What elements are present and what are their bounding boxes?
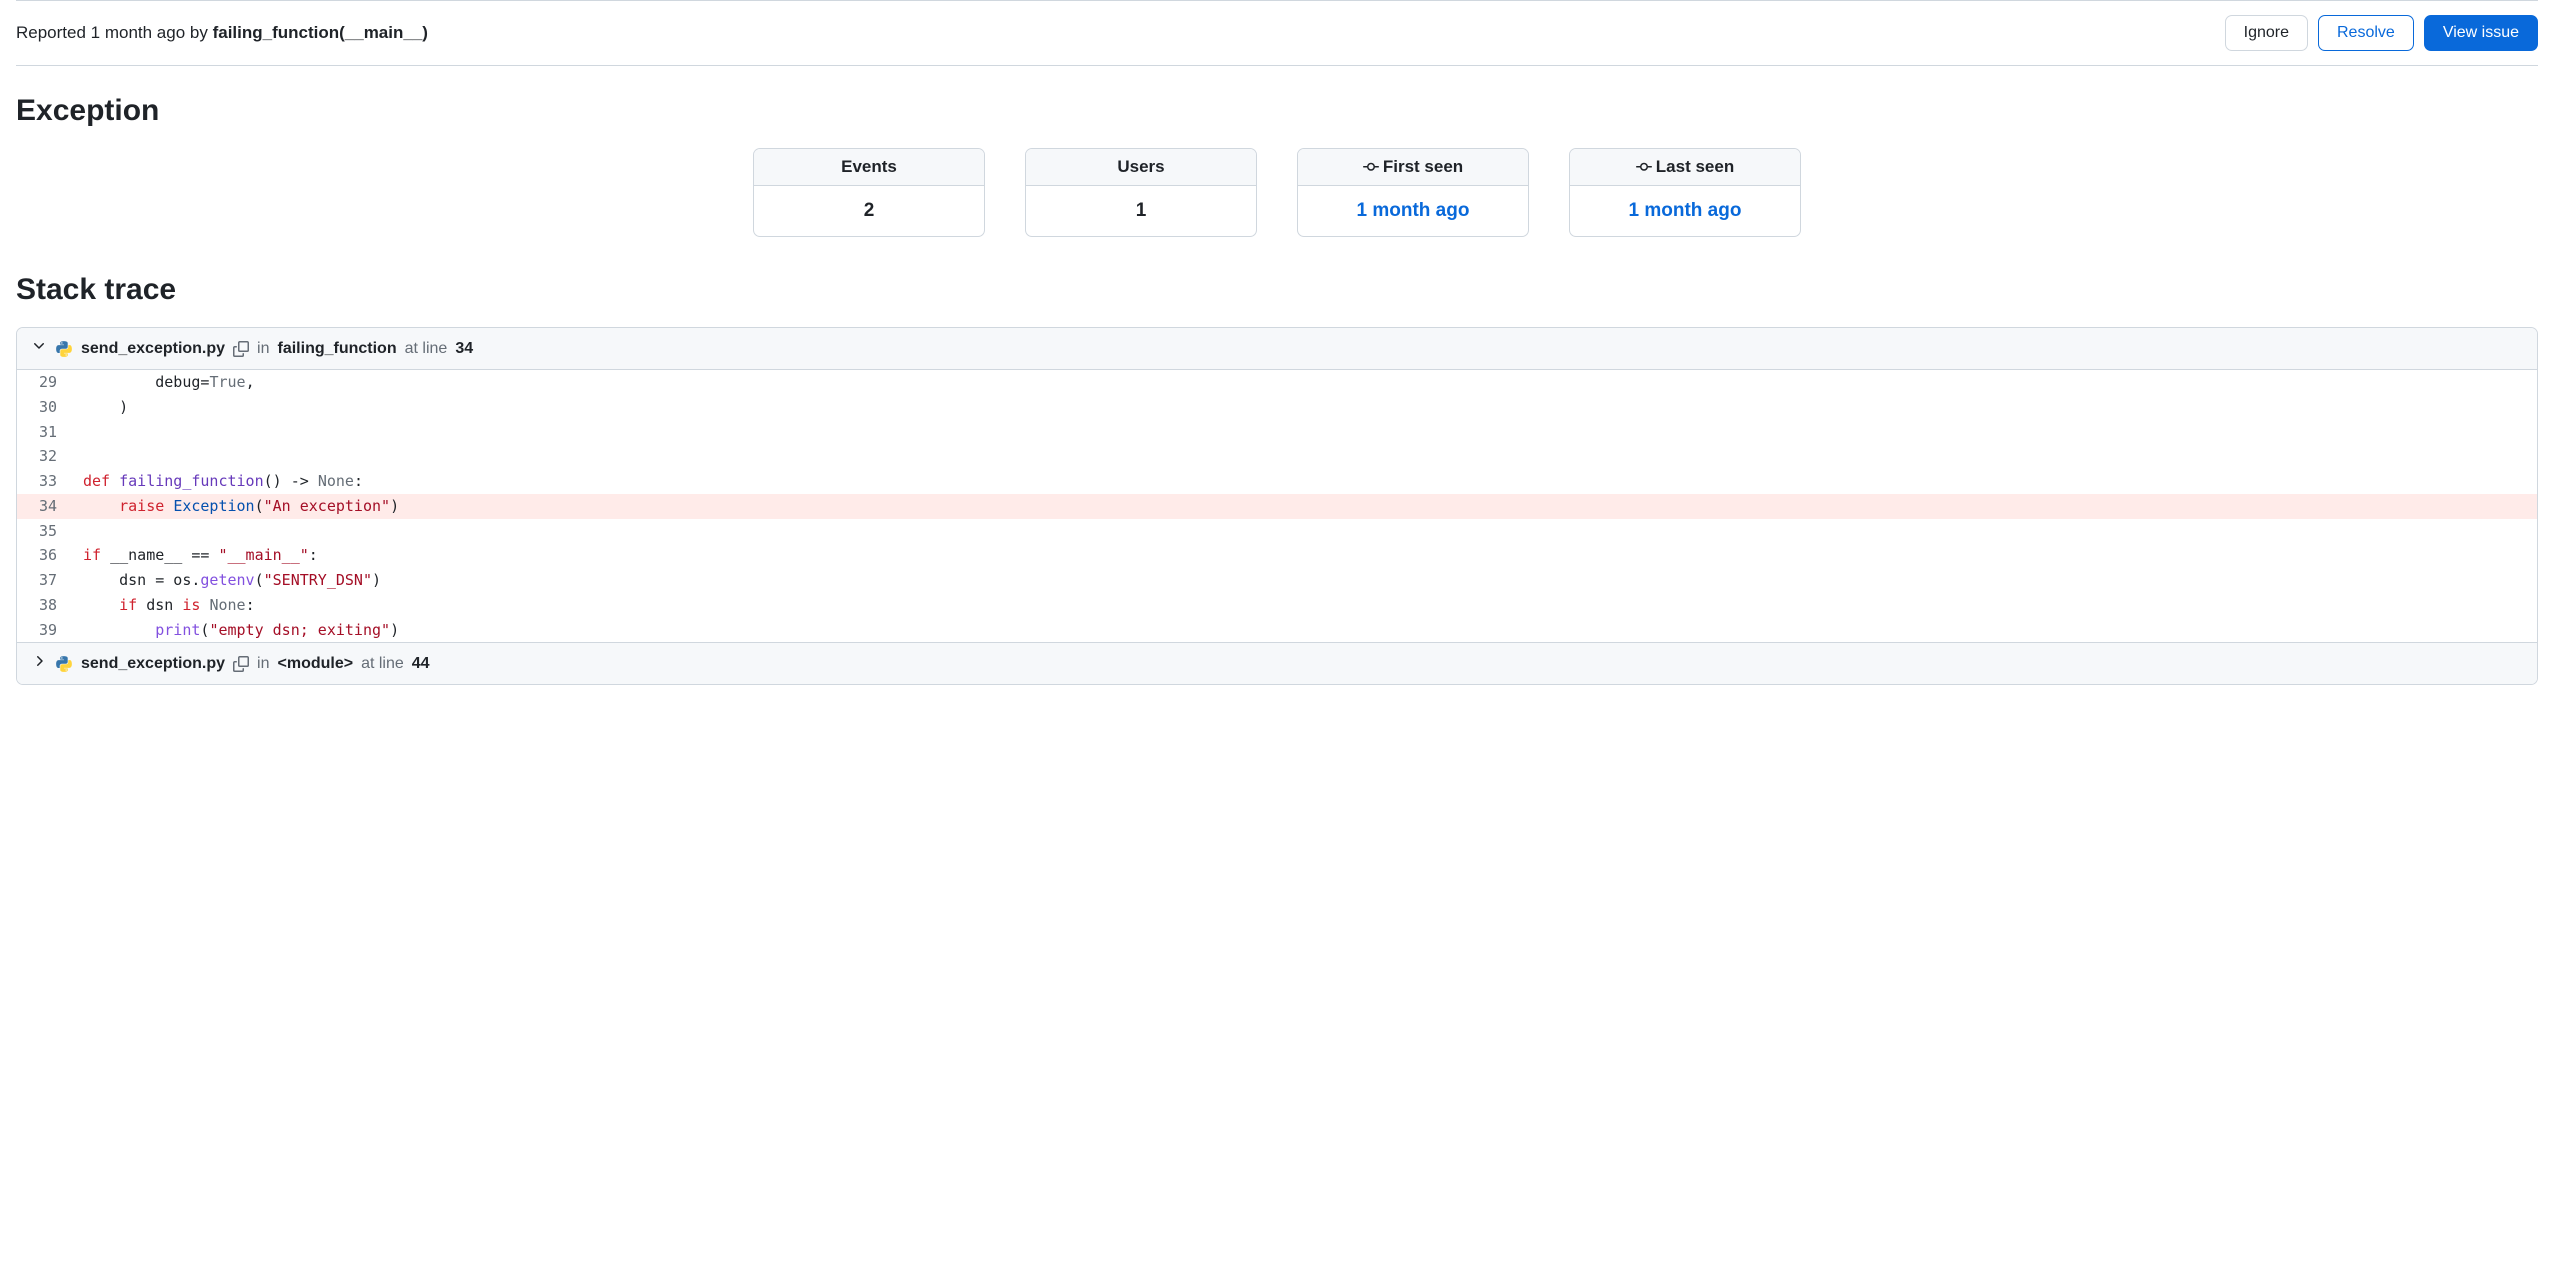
chevron-down-icon[interactable] [31, 338, 47, 359]
code-block: 29 debug=True,30 )313233def failing_func… [17, 370, 2537, 642]
stacktrace-title: Stack trace [16, 273, 2538, 307]
commit-icon [1363, 159, 1379, 175]
stat-card: Events 2 [753, 148, 985, 237]
line-content: print("empty dsn; exiting") [73, 618, 2537, 643]
copy-icon[interactable] [233, 341, 249, 357]
frame-function: failing_function [278, 340, 397, 358]
commit-icon [1636, 159, 1652, 175]
stat-header: Events [754, 149, 984, 186]
line-content: if dsn is None: [73, 593, 2537, 618]
frame-in-text: in [257, 655, 269, 673]
ignore-button[interactable]: Ignore [2225, 15, 2308, 51]
frame-header[interactable]: send_exception.py in <module> at line 44 [17, 642, 2537, 684]
reported-by: failing_function(__main__) [213, 23, 428, 42]
stat-header: First seen [1298, 149, 1528, 186]
line-content: raise Exception("An exception") [73, 494, 2537, 519]
copy-icon[interactable] [233, 656, 249, 672]
line-number: 39 [17, 618, 73, 643]
line-number: 30 [17, 395, 73, 420]
line-content: def failing_function() -> None: [73, 469, 2537, 494]
stat-value[interactable]: 1 month ago [1570, 186, 1800, 236]
line-number: 35 [17, 519, 73, 544]
frame-at-line-text: at line [405, 340, 448, 358]
code-line: 29 debug=True, [17, 370, 2537, 395]
resolve-button[interactable]: Resolve [2318, 15, 2414, 51]
code-line: 34 raise Exception("An exception") [17, 494, 2537, 519]
code-line: 32 [17, 444, 2537, 469]
python-icon [55, 655, 73, 673]
reported-prefix: Reported 1 month ago by [16, 23, 213, 42]
frame-file: send_exception.py [81, 655, 225, 673]
line-number: 33 [17, 469, 73, 494]
line-content [73, 519, 2537, 544]
line-content: ) [73, 395, 2537, 420]
line-content [73, 420, 2537, 445]
python-icon [55, 340, 73, 358]
view-issue-button[interactable]: View issue [2424, 15, 2538, 51]
code-line: 30 ) [17, 395, 2537, 420]
stat-label: Events [841, 157, 897, 177]
line-content: dsn = os.getenv("SENTRY_DSN") [73, 568, 2537, 593]
frame-function: <module> [278, 655, 354, 673]
stat-header: Last seen [1570, 149, 1800, 186]
stacktrace-box: send_exception.pyinfailing_functionat li… [16, 327, 2538, 685]
line-content: debug=True, [73, 370, 2537, 395]
stats-row: Events2Users1First seen1 month agoLast s… [16, 148, 2538, 237]
line-number: 34 [17, 494, 73, 519]
chevron-right-icon[interactable] [31, 653, 47, 674]
stat-label: First seen [1383, 157, 1463, 177]
frame-file: send_exception.py [81, 340, 225, 358]
code-line: 35 [17, 519, 2537, 544]
stat-header: Users [1026, 149, 1256, 186]
code-line: 36if __name__ == "__main__": [17, 543, 2537, 568]
stat-value: 1 [1026, 186, 1256, 236]
code-line: 38 if dsn is None: [17, 593, 2537, 618]
code-line: 39 print("empty dsn; exiting") [17, 618, 2537, 643]
stat-card: Last seen 1 month ago [1569, 148, 1801, 237]
frame-line: 34 [455, 340, 473, 358]
exception-title: Exception [16, 94, 2538, 128]
frame-header[interactable]: send_exception.py in failing_function at li… [17, 328, 2537, 370]
frame-at-line-text: at line [361, 655, 404, 673]
line-number: 37 [17, 568, 73, 593]
line-number: 32 [17, 444, 73, 469]
line-number: 38 [17, 593, 73, 618]
line-number: 36 [17, 543, 73, 568]
line-content [73, 444, 2537, 469]
stat-label: Last seen [1656, 157, 1734, 177]
frame-in-text: in [257, 340, 269, 358]
reported-text: Reported 1 month ago by failing_function… [16, 23, 428, 43]
issue-header-bar: Reported 1 month ago by failing_function… [16, 0, 2538, 66]
line-number: 31 [17, 420, 73, 445]
stat-value: 2 [754, 186, 984, 236]
code-line: 31 [17, 420, 2537, 445]
stat-card: First seen 1 month ago [1297, 148, 1529, 237]
action-buttons: Ignore Resolve View issue [2225, 15, 2538, 51]
stat-card: Users 1 [1025, 148, 1257, 237]
line-number: 29 [17, 370, 73, 395]
frame-line: 44 [412, 655, 430, 673]
stat-label: Users [1117, 157, 1164, 177]
line-content: if __name__ == "__main__": [73, 543, 2537, 568]
code-line: 37 dsn = os.getenv("SENTRY_DSN") [17, 568, 2537, 593]
code-line: 33def failing_function() -> None: [17, 469, 2537, 494]
stat-value[interactable]: 1 month ago [1298, 186, 1528, 236]
